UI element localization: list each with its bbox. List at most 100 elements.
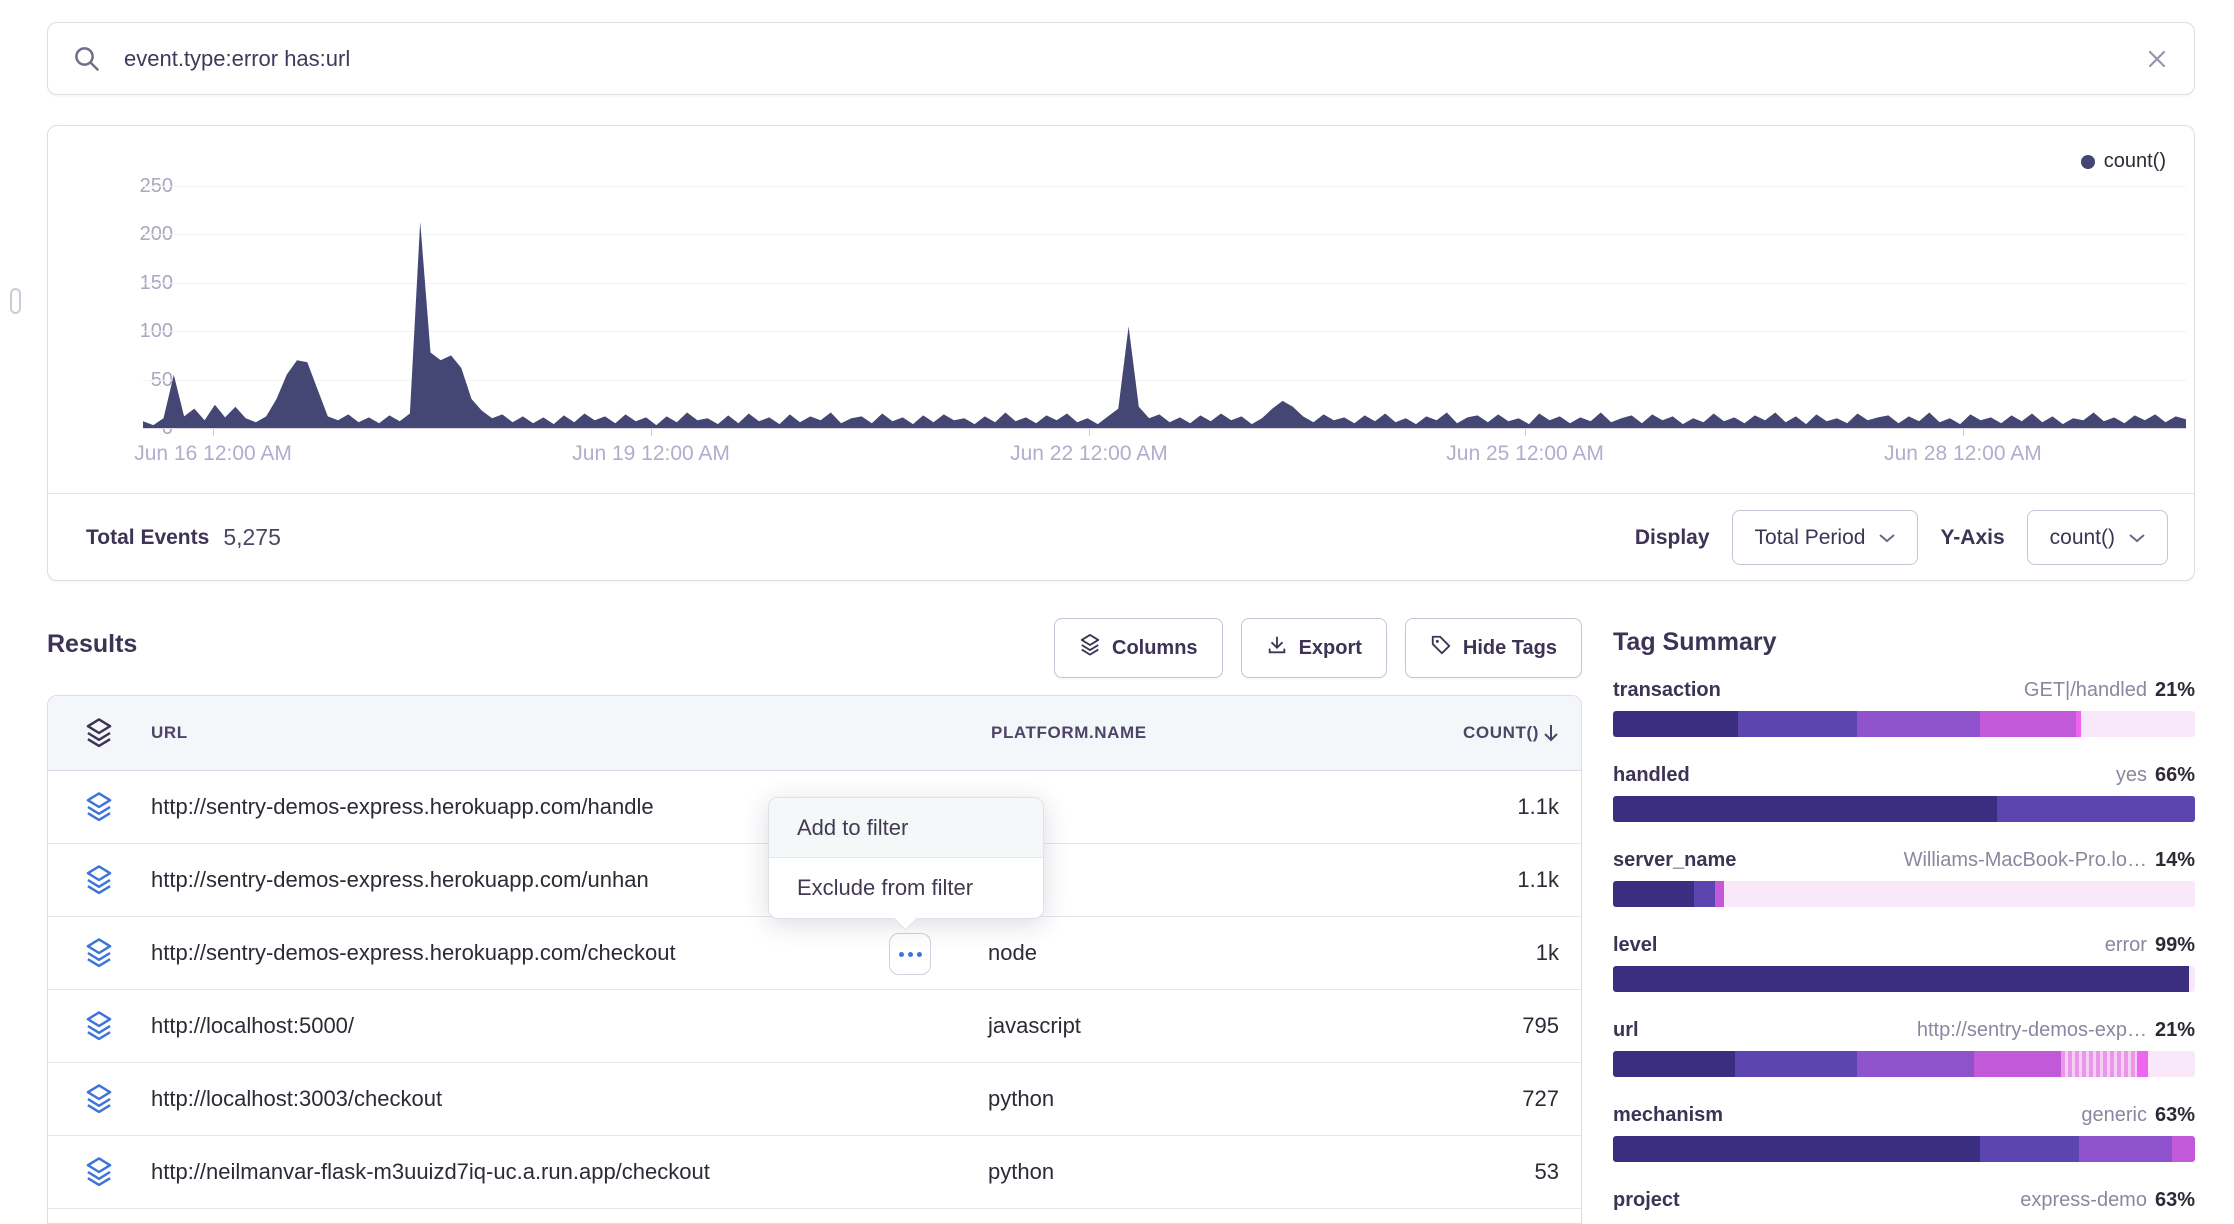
tag-bar-segment[interactable] [2081, 711, 2194, 737]
x-axis-tick [1089, 429, 1090, 436]
url-cell[interactable]: http://localhost:3003/checkout [151, 1086, 442, 1112]
yaxis-dropdown[interactable]: count() [2027, 510, 2168, 565]
url-cell[interactable]: http://localhost:5000/ [151, 1013, 354, 1039]
yaxis-dropdown-value: count() [2050, 526, 2115, 550]
results-actions: Columns Export Hide Tags [1047, 618, 1582, 678]
tag-distribution-bar[interactable] [1613, 966, 2195, 992]
platform-cell[interactable]: python [988, 1086, 1054, 1112]
cell-action-menu: Add to filter Exclude from filter [768, 797, 1044, 919]
tag-bar-segment[interactable] [1735, 1051, 1857, 1077]
tag-name: handled [1613, 764, 1690, 787]
tag-top-percentage: 21% [2155, 679, 2195, 702]
sidebar-collapse-handle[interactable] [10, 288, 21, 314]
tag-distribution-bar[interactable] [1613, 711, 2195, 737]
url-cell[interactable]: http://sentry-demos-express.herokuapp.co… [151, 794, 654, 820]
tag-bar-segment[interactable] [2137, 1051, 2149, 1077]
url-cell[interactable]: http://neilmanvar-flask-m3uuizd7iq-uc.a.… [151, 1159, 710, 1185]
column-header-count[interactable]: COUNT() [1463, 723, 1559, 743]
tag-bar-segment[interactable] [2061, 1051, 2137, 1077]
tag-distribution-bar[interactable] [1613, 1051, 2195, 1077]
columns-button[interactable]: Columns [1054, 618, 1223, 678]
tag-name: server_name [1613, 849, 1736, 872]
count-cell[interactable]: 1.1k [1517, 794, 1559, 820]
tag-bar-segment[interactable] [1694, 881, 1714, 907]
stack-icon [84, 1156, 114, 1188]
tag-summary-panel: Tag Summary transactionGET|/handled21%ha… [1613, 628, 2195, 1224]
tag-distribution-bar[interactable] [1613, 881, 2195, 907]
tag-bar-segment[interactable] [2079, 1136, 2172, 1162]
tag-bar-segment[interactable] [1613, 1051, 1735, 1077]
tag-entries: transactionGET|/handled21%handledyes66%s… [1613, 679, 2195, 1212]
tag-bar-segment[interactable] [1974, 1051, 2061, 1077]
tag-bar-segment[interactable] [2148, 1051, 2195, 1077]
tag-top-value: generic [2081, 1104, 2147, 1127]
display-dropdown[interactable]: Total Period [1732, 510, 1919, 565]
count-cell[interactable]: 53 [1535, 1159, 1559, 1185]
tag-bar-segment[interactable] [1738, 711, 1857, 737]
tag-name: url [1613, 1019, 1639, 1042]
x-axis-tick-label: Jun 28 12:00 AM [1884, 442, 2042, 466]
total-events-label: Total Events [86, 526, 209, 550]
search-input[interactable] [122, 45, 2144, 73]
tag-bar-segment[interactable] [1613, 711, 1738, 737]
tag-bar-segment[interactable] [2189, 966, 2195, 992]
x-axis-tick [651, 429, 652, 436]
search-bar [47, 22, 2195, 95]
tag-top-value: GET|/handled [2024, 679, 2147, 702]
count-cell[interactable]: 1.1k [1517, 867, 1559, 893]
column-header-platform[interactable]: PLATFORM.NAME [991, 723, 1147, 743]
sort-arrow-down-icon [1543, 723, 1559, 743]
menu-item-add-to-filter[interactable]: Add to filter [769, 798, 1043, 858]
clear-search-icon[interactable] [2144, 46, 2170, 72]
export-button[interactable]: Export [1241, 618, 1387, 678]
x-axis-tick-label: Jun 16 12:00 AM [134, 442, 292, 466]
tag-entry-handled: handledyes66% [1613, 764, 2195, 822]
table-row: http://localhost:3003/checkout python 727 [48, 1063, 1581, 1136]
tag-bar-segment[interactable] [1997, 796, 2195, 822]
tag-bar-segment[interactable] [1724, 881, 2195, 907]
tag-bar-segment[interactable] [1613, 796, 1997, 822]
chart-legend[interactable]: count() [2081, 150, 2166, 173]
tag-distribution-bar[interactable] [1613, 1136, 2195, 1162]
tag-top-value: http://sentry-demos-exp… [1917, 1019, 2147, 1042]
column-header-url[interactable]: URL [151, 723, 188, 743]
events-chart-card: count() 050100150200250 Jun 16 12:00 AMJ… [47, 125, 2195, 581]
tag-entry-project: projectexpress-demo63% [1613, 1189, 2195, 1212]
tag-entry-url: url http://sentry-demos-exp… 21% [1613, 1019, 2195, 1077]
url-cell[interactable]: http://sentry-demos-express.herokuapp.co… [151, 867, 649, 893]
table-row: http://localhost:5000/javascript 795 [48, 990, 1581, 1063]
tag-bar-segment[interactable] [1857, 711, 1979, 737]
platform-cell[interactable]: node [988, 940, 1037, 966]
download-icon [1266, 634, 1288, 662]
tag-top-percentage: 21% [2155, 1019, 2195, 1042]
platform-cell[interactable]: python [988, 1159, 1054, 1185]
stack-icon [84, 717, 114, 749]
hide-tags-button[interactable]: Hide Tags [1405, 618, 1582, 678]
event-count-area-chart[interactable] [143, 181, 2186, 428]
count-cell[interactable]: 727 [1522, 1086, 1559, 1112]
tag-bar-segment[interactable] [1715, 881, 1724, 907]
tag-bar-segment[interactable] [1613, 1136, 1980, 1162]
cell-actions-ellipsis-button[interactable] [889, 933, 931, 975]
platform-cell[interactable]: javascript [988, 1013, 1081, 1039]
tag-bar-segment[interactable] [1980, 1136, 2079, 1162]
url-cell[interactable]: http://sentry-demos-express.herokuapp.co… [151, 940, 676, 966]
legend-label: count() [2104, 150, 2166, 173]
stack-icon [84, 937, 114, 969]
tag-bar-segment[interactable] [1613, 966, 2189, 992]
tag-entry-level: levelerror99% [1613, 934, 2195, 992]
tag-entry-mechanism: mechanismgeneric63% [1613, 1104, 2195, 1162]
search-icon [72, 44, 102, 74]
tag-bar-segment[interactable] [1613, 881, 1694, 907]
x-axis-tick [1963, 429, 1964, 436]
tag-distribution-bar[interactable] [1613, 796, 2195, 822]
tag-icon [1430, 634, 1452, 662]
count-cell[interactable]: 795 [1522, 1013, 1559, 1039]
tag-bar-segment[interactable] [1980, 711, 2076, 737]
x-axis-tick-label: Jun 19 12:00 AM [572, 442, 730, 466]
tag-top-value: express-demo [2020, 1189, 2147, 1212]
count-cell[interactable]: 1k [1536, 940, 1559, 966]
x-axis-tick-label: Jun 25 12:00 AM [1446, 442, 1604, 466]
tag-bar-segment[interactable] [2172, 1136, 2195, 1162]
tag-bar-segment[interactable] [1857, 1051, 1973, 1077]
